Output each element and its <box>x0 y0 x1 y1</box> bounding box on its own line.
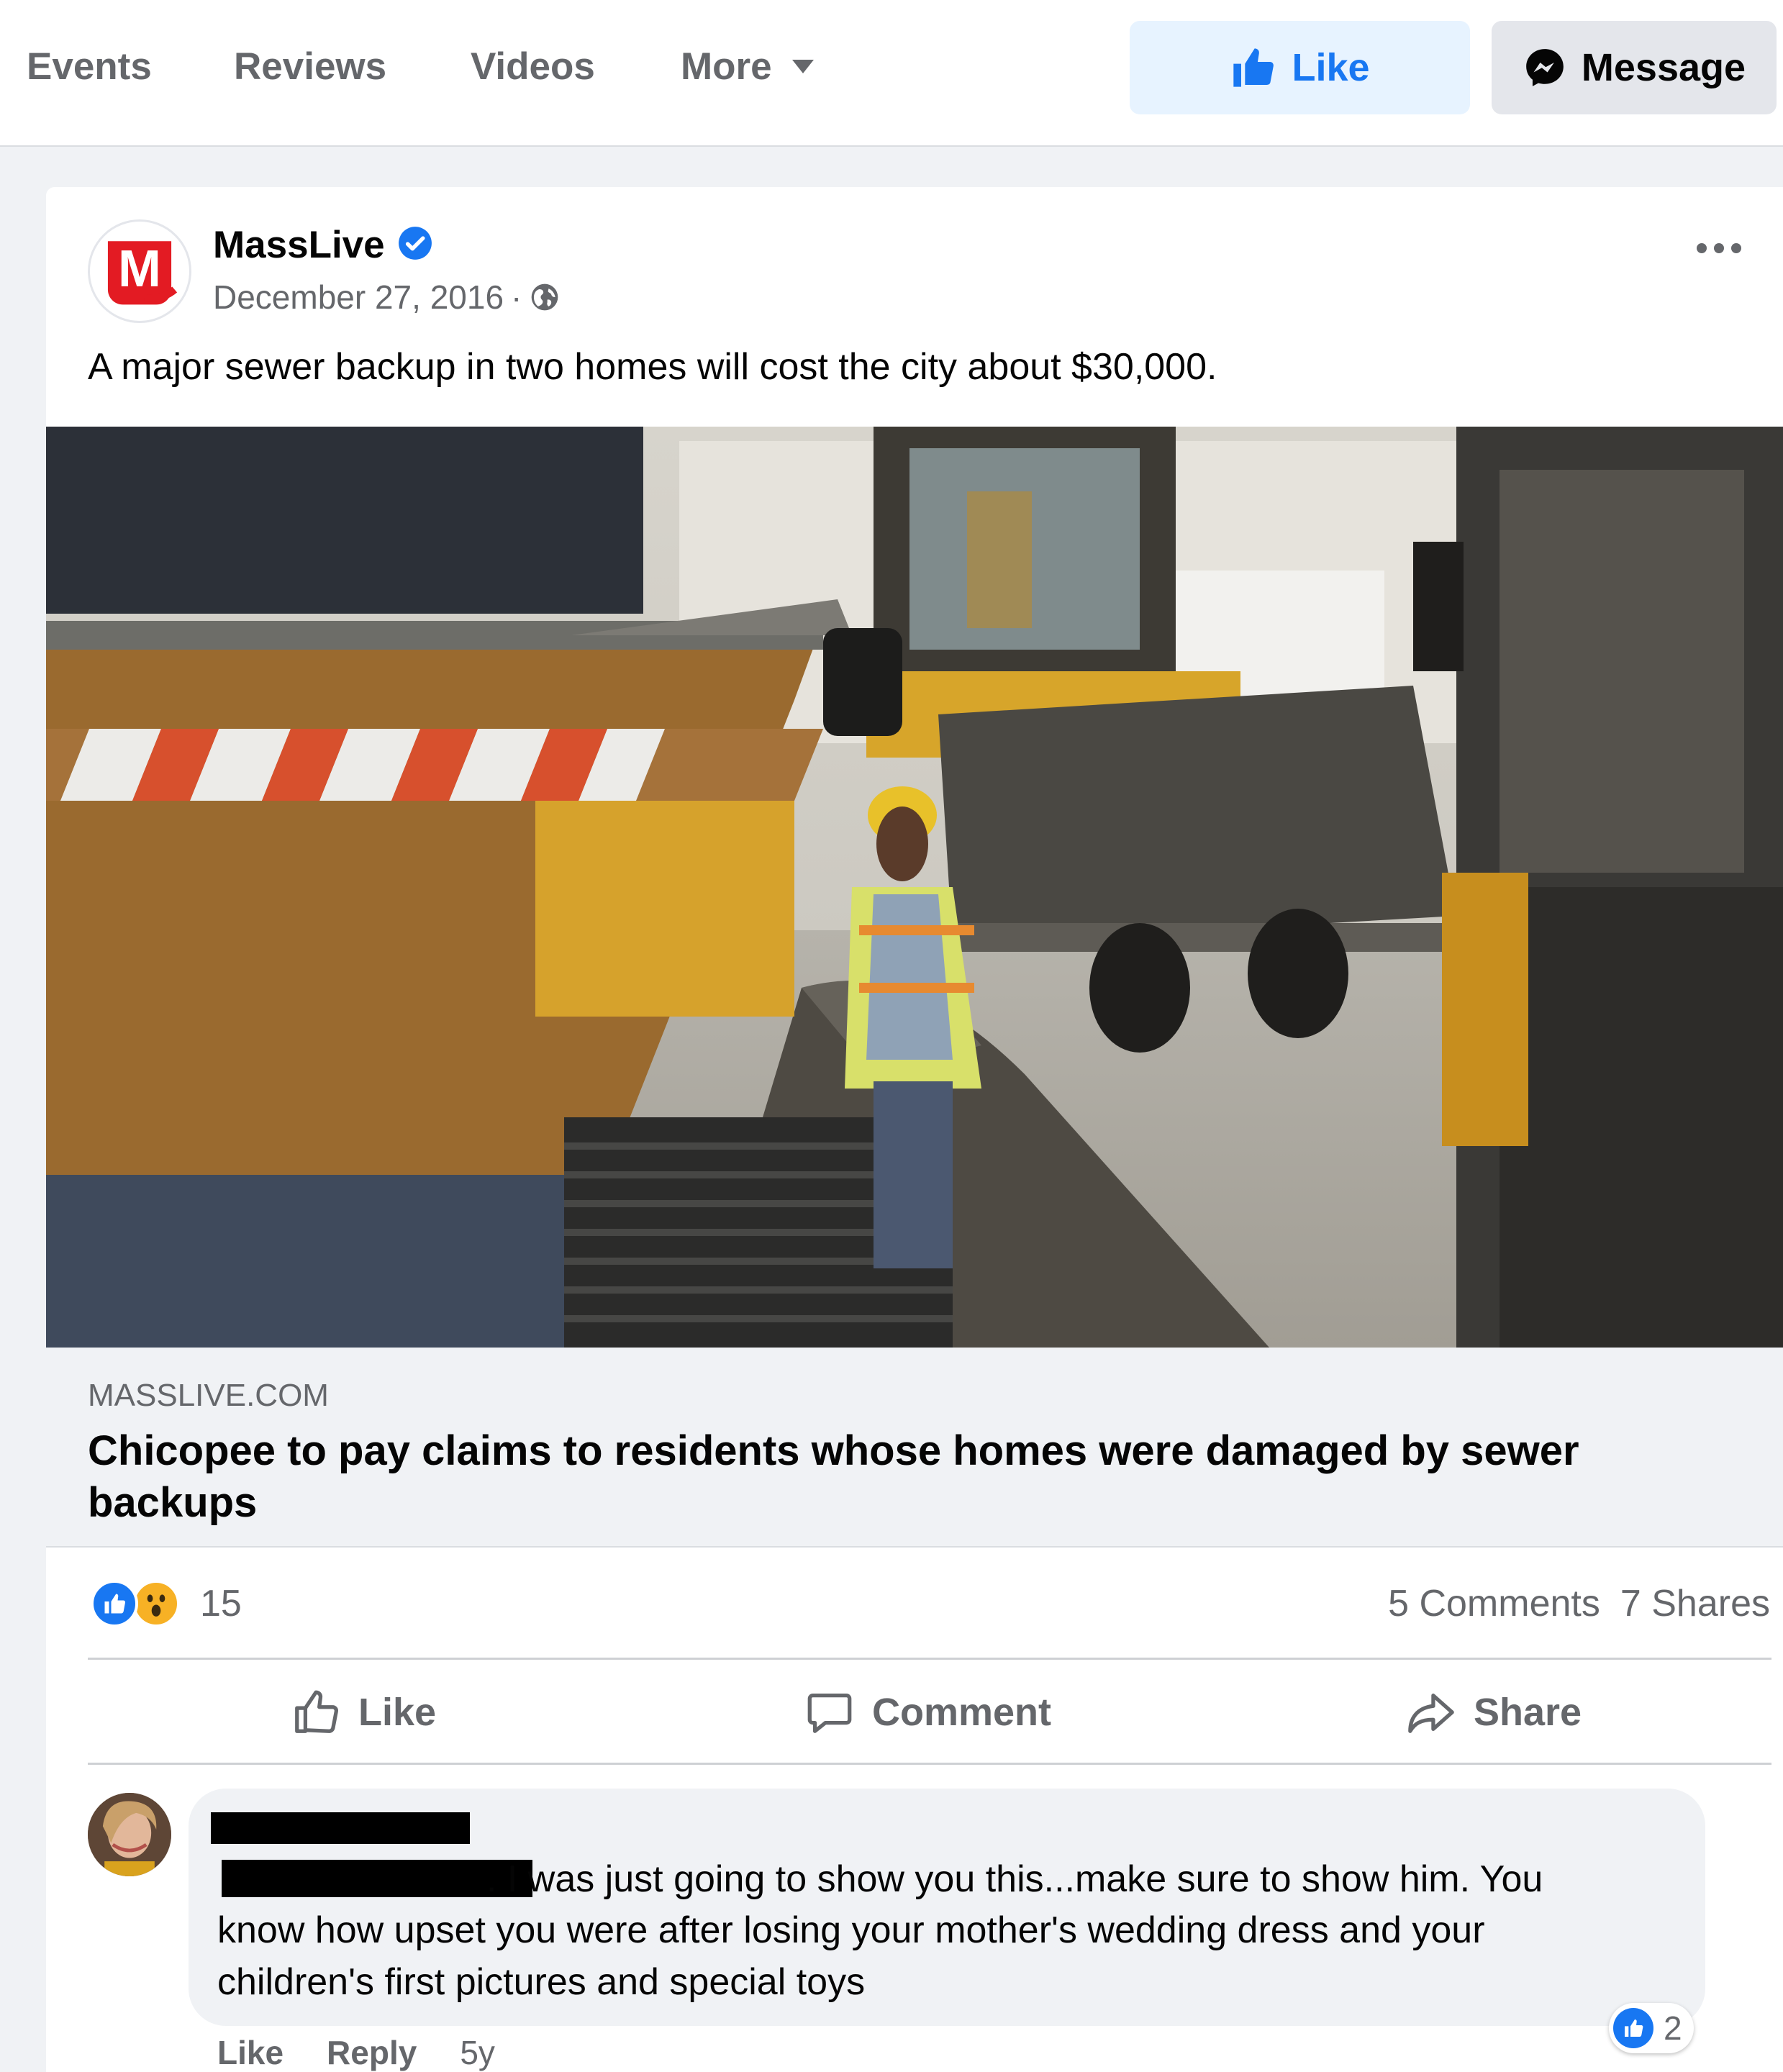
wow-reaction-icon <box>132 1580 180 1627</box>
comment-bubble-icon <box>807 1694 852 1733</box>
more-options-icon[interactable] <box>1697 243 1741 253</box>
comment-text-line-2: know how upset you were after losing you… <box>217 1909 1485 1951</box>
logo-letter: M <box>118 240 161 298</box>
shares-count[interactable]: 7 Shares <box>1620 1582 1770 1625</box>
link-title: Chicopee to pay claims to residents whos… <box>88 1427 1579 1526</box>
thumbs-up-icon <box>1233 48 1274 87</box>
globe-icon <box>532 283 558 311</box>
construction-scene-image <box>46 427 1783 1348</box>
comment-text-line-1: . I was just going to show you this...ma… <box>486 1858 1543 1900</box>
post-meta: December 27, 2016 · <box>213 278 561 317</box>
share-action-label: Share <box>1474 1691 1582 1734</box>
page-avatar[interactable]: M <box>88 219 191 323</box>
comment-actions: Like Reply 5y <box>217 2033 495 2072</box>
engagement-counts: 5 Comments 7 Shares <box>1388 1580 1770 1627</box>
link-preview[interactable]: MASSLIVE.COM Chicopee to pay claims to r… <box>46 1348 1783 1548</box>
message-button[interactable]: Message <box>1492 21 1777 114</box>
comment-action-button[interactable]: Comment <box>804 1684 1051 1741</box>
caret-down-icon <box>791 59 814 73</box>
divider <box>88 1658 1771 1660</box>
reactions-summary[interactable]: 15 <box>91 1580 242 1627</box>
comment-like-link[interactable]: Like <box>217 2033 283 2072</box>
comment-text-line-3: children's first pictures and special to… <box>217 1961 866 2003</box>
share-arrow-icon <box>1408 1694 1454 1733</box>
masslive-logo-icon: M <box>107 240 178 305</box>
verified-badge-icon <box>399 227 432 260</box>
comment-reaction-count: 2 <box>1664 2009 1682 2047</box>
page-name[interactable]: MassLive <box>213 223 385 267</box>
like-reaction-icon <box>91 1580 138 1627</box>
page-like-label: Like <box>1292 46 1370 89</box>
post-date[interactable]: December 27, 2016 <box>213 278 504 317</box>
post-photo[interactable] <box>46 427 1783 1348</box>
message-label: Message <box>1581 46 1746 89</box>
tab-more-label: More <box>681 45 772 88</box>
redacted-commenter-name <box>211 1812 470 1844</box>
messenger-icon <box>1526 49 1564 86</box>
tab-events[interactable]: Events <box>27 45 152 88</box>
page-like-button[interactable]: Like <box>1130 21 1470 114</box>
page-top-nav: Events Reviews Videos More Like Message <box>0 0 1783 147</box>
divider <box>88 1763 1771 1765</box>
comment-action-label: Comment <box>872 1691 1052 1734</box>
comments-count[interactable]: 5 Comments <box>1388 1582 1600 1625</box>
comment-reply-link[interactable]: Reply <box>327 2033 417 2072</box>
meta-separator: · <box>511 278 522 316</box>
commenter-avatar[interactable] <box>88 1793 171 1876</box>
tab-reviews[interactable]: Reviews <box>234 45 386 88</box>
like-action-button[interactable]: Like <box>291 1684 436 1741</box>
share-action-button[interactable]: Share <box>1406 1684 1582 1741</box>
reaction-count: 15 <box>200 1583 242 1625</box>
post-text: A major sewer backup in two homes will c… <box>88 346 1217 388</box>
comment-reaction-badge[interactable]: 2 <box>1609 2003 1694 2053</box>
thumbs-up-outline-icon <box>295 1690 338 1733</box>
like-reaction-icon <box>1613 2008 1653 2048</box>
like-action-label: Like <box>358 1691 437 1734</box>
link-domain: MASSLIVE.COM <box>88 1378 329 1413</box>
tab-videos[interactable]: Videos <box>471 45 595 88</box>
comment-age[interactable]: 5y <box>460 2033 495 2072</box>
tab-more[interactable]: More <box>681 45 814 88</box>
commenter-photo <box>88 1793 171 1876</box>
